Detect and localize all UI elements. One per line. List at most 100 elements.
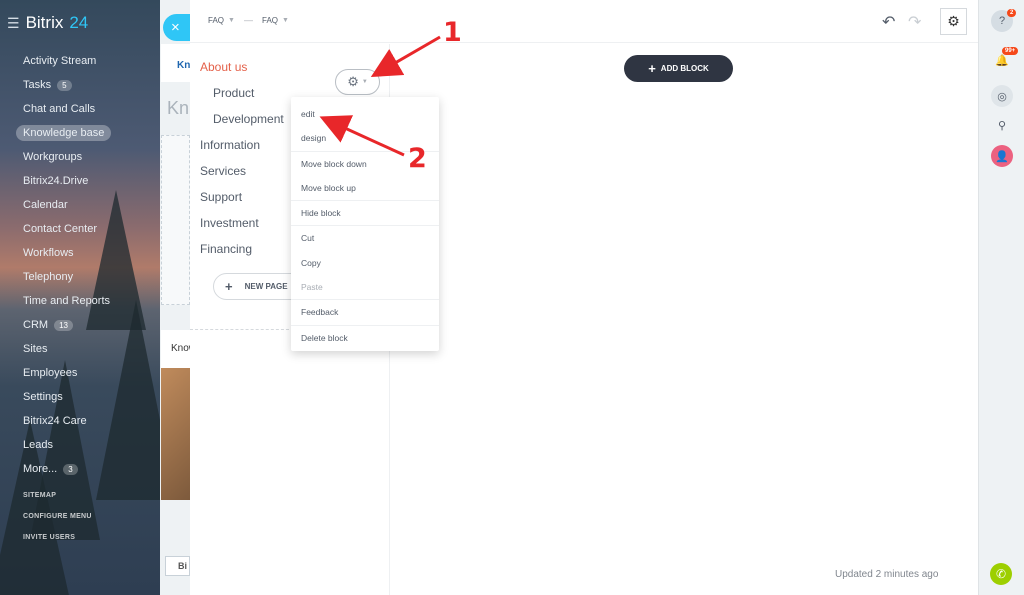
sidebar-link-sitemap[interactable]: SITEMAP (23, 492, 92, 513)
sidebar-item-employees[interactable]: Employees (23, 361, 111, 385)
help-badge: 2 (1007, 9, 1017, 17)
nav-item-about-us[interactable]: About us (200, 60, 247, 74)
new-page-label: NEW PAGE (244, 282, 288, 291)
menu-item-hide-block[interactable]: Hide block (291, 201, 439, 225)
sidebar-item-more[interactable]: More... 3 (23, 457, 111, 481)
sidebar-item-sites[interactable]: Sites (23, 337, 111, 361)
editor-topbar: FAQ ▼ — FAQ ▼ ↶ ↷ ⚙ (190, 0, 978, 43)
sidebar-item-label: Time and Reports (23, 295, 111, 307)
sidebar-menu: Activity Stream Tasks 5 Chat and Calls Knowl… (16, 49, 112, 481)
block-actions-menu: edit design Move block down Move block u… (291, 97, 439, 351)
menu-item-paste: Paste (301, 282, 323, 293)
undo-icon[interactable]: ↶ (882, 12, 895, 32)
breadcrumb-page[interactable]: FAQ ▼ (262, 16, 289, 25)
sidebar-item-contact-center[interactable]: Contact Center (23, 217, 111, 241)
nav-item-services[interactable]: Services (200, 164, 246, 178)
sidebar-item-label: Workflows (23, 247, 74, 259)
background-title: Kn (167, 98, 190, 118)
menu-item-move-block-up[interactable]: Move block up (291, 176, 439, 200)
right-panel: ? 2 🔔 99+ ◎ ⚲ 👤 (978, 0, 1024, 595)
sidebar-item-label: Bitrix24.Drive (23, 175, 89, 187)
chevron-down-icon: ▼ (282, 17, 289, 24)
sidebar-item-settings[interactable]: Settings (23, 385, 111, 409)
sidebar-item-time-and-reports[interactable]: Time and Reports (23, 289, 111, 313)
nav-item-information[interactable]: Information (200, 138, 260, 152)
brand-logo[interactable]: ☰ Bitrix 24 (7, 13, 88, 33)
background-card-image (161, 368, 190, 500)
sidebar-item-label: Leads (23, 439, 53, 451)
sidebar-item-tasks[interactable]: Tasks 5 (23, 73, 111, 97)
menu-item-cut[interactable]: Cut (291, 226, 439, 250)
breadcrumb-site-label: FAQ (208, 16, 225, 25)
sidebar-item-label: Telephony (23, 271, 74, 283)
counter-badge: 13 (54, 319, 73, 331)
sidebar-link-configure-menu[interactable]: CONFIGURE MENU (23, 513, 92, 534)
nav-item-product[interactable]: Product (213, 86, 254, 100)
chat-search-icon[interactable]: ◎ (991, 85, 1013, 107)
background-card (161, 135, 190, 305)
menu-item-feedback[interactable]: Feedback (291, 300, 439, 324)
sidebar-item-label: More... (23, 463, 58, 475)
sidebar-bottom-links: SITEMAP CONFIGURE MENU INVITE USERS (23, 492, 92, 555)
breadcrumb-separator: — (244, 15, 253, 25)
brand-name: Bitrix (25, 13, 64, 32)
add-block-button[interactable]: + ADD BLOCK (624, 55, 733, 82)
breadcrumb-site[interactable]: FAQ ▼ (208, 16, 235, 25)
menu-item-design[interactable]: design (291, 126, 439, 150)
sidebar-item-telephony[interactable]: Telephony (23, 265, 111, 289)
background-button[interactable]: Bi (165, 556, 190, 576)
sidebar-item-crm[interactable]: CRM 13 (23, 313, 111, 337)
search-icon[interactable]: ⚲ (991, 114, 1013, 136)
nav-item-support[interactable]: Support (200, 190, 242, 204)
sidebar-item-label: Activity Stream (23, 55, 97, 67)
sidebar-item-activity-stream[interactable]: Activity Stream (23, 49, 111, 73)
close-slider-button[interactable]: × (163, 14, 190, 41)
menu-item-edit[interactable]: edit (291, 102, 439, 126)
sidebar-item-label: CRM (23, 319, 49, 331)
avatar[interactable]: 👤 (991, 145, 1013, 167)
plus-icon: + (648, 61, 656, 76)
chevron-down-icon: ▼ (228, 17, 235, 24)
chevron-down-icon: ▼ (361, 79, 368, 85)
counter-badge: 3 (63, 463, 78, 475)
redo-icon[interactable]: ↷ (908, 12, 921, 32)
sidebar-item-label: Tasks (23, 79, 52, 91)
menu-item-move-block-down[interactable]: Move block down (291, 152, 439, 176)
sidebar-item-label: Settings (23, 391, 63, 403)
sidebar-item-label: Calendar (23, 199, 68, 211)
sidebar-item-label: Sites (23, 343, 48, 355)
sidebar-item-bitrix24-drive[interactable]: Bitrix24.Drive (23, 169, 111, 193)
menu-item-copy[interactable]: Copy (291, 251, 439, 275)
gear-icon: ⚙ (347, 74, 359, 89)
sidebar-item-label: Contact Center (23, 223, 97, 235)
sidebar-item-chat-and-calls[interactable]: Chat and Calls (23, 97, 111, 121)
sidebar-item-label: Bitrix24 Care (23, 415, 87, 427)
background-tab[interactable]: Kn (161, 44, 190, 82)
sidebar-item-leads[interactable]: Leads (23, 433, 111, 457)
sidebar-item-bitrix24-care[interactable]: Bitrix24 Care (23, 409, 111, 433)
sidebar-item-knowledge-base[interactable]: Knowledge base (16, 121, 112, 145)
brand-number: 24 (69, 13, 89, 32)
counter-badge: 5 (57, 79, 72, 91)
block-settings-button[interactable]: ⚙ ▼ (335, 69, 380, 95)
nav-item-investment[interactable]: Investment (200, 216, 259, 230)
hamburger-icon[interactable]: ☰ (7, 15, 20, 32)
background-card-2: Know (161, 330, 196, 500)
menu-item-delete-block[interactable]: Delete block (291, 326, 439, 350)
notifications-badge: 99+ (1002, 47, 1019, 55)
sidebar-item-label: Knowledge base (16, 125, 112, 141)
sidebar-item-workflows[interactable]: Workflows (23, 241, 111, 265)
site-editor: FAQ ▼ — FAQ ▼ ↶ ↷ ⚙ About us Product Dev… (190, 0, 978, 595)
add-block-label: ADD BLOCK (660, 64, 709, 73)
gear-icon[interactable]: ⚙ (940, 8, 967, 35)
sidebar-item-label: Workgroups (23, 151, 83, 163)
sidebar-link-invite-users[interactable]: INVITE USERS (23, 534, 92, 555)
plus-icon: + (225, 279, 233, 294)
breadcrumb-page-label: FAQ (262, 16, 279, 25)
sidebar-item-calendar[interactable]: Calendar (23, 193, 111, 217)
sidebar-item-workgroups[interactable]: Workgroups (23, 145, 111, 169)
sidebar-item-label: Chat and Calls (23, 103, 96, 115)
phone-icon[interactable]: ✆ (990, 563, 1012, 585)
nav-item-financing[interactable]: Financing (200, 242, 252, 256)
nav-item-development[interactable]: Development (213, 112, 284, 126)
